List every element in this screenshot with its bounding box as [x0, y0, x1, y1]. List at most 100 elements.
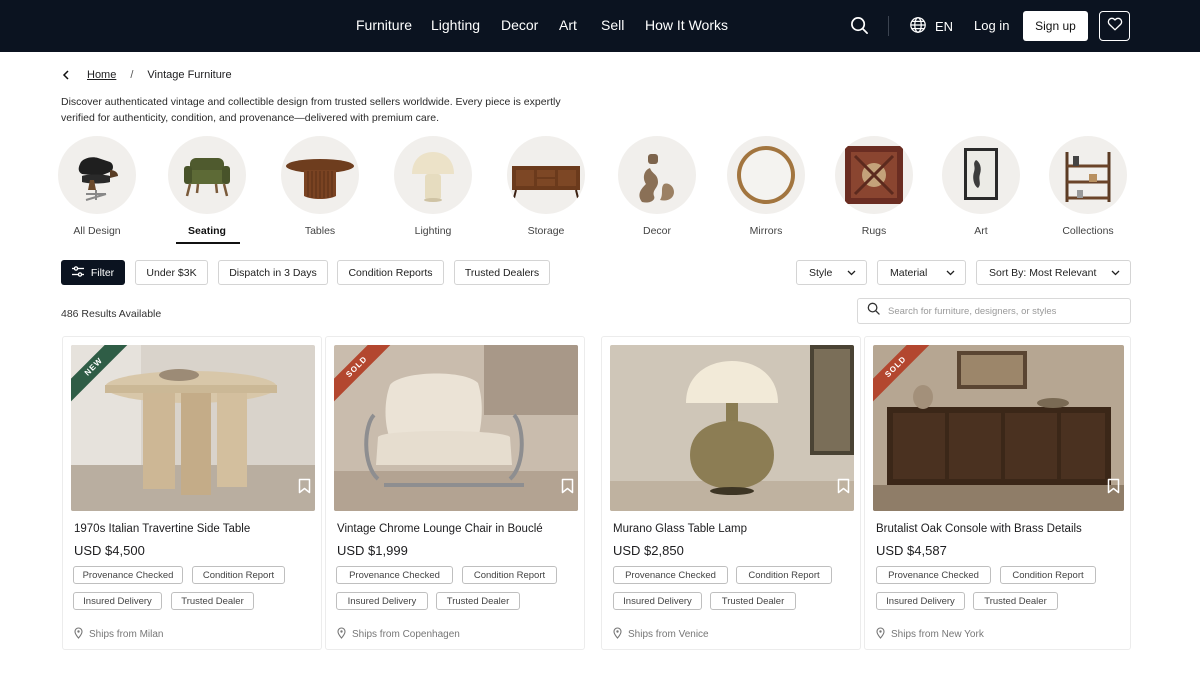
ships-from-label: Ships from Milan [89, 629, 164, 640]
signup-button[interactable]: Sign up [1023, 11, 1088, 41]
breadcrumb: Home / Vintage Furniture [61, 68, 232, 82]
search-icon [867, 302, 880, 320]
active-category-indicator [176, 242, 240, 244]
ribbon-label: SOLD [334, 345, 395, 405]
category-all-design[interactable]: All Design [42, 136, 152, 237]
category-label: Rugs [861, 225, 887, 237]
chip-dispatch-3-days[interactable]: Dispatch in 3 Days [218, 260, 328, 285]
nav-divider [888, 16, 889, 36]
breadcrumb-home-link[interactable]: Home [87, 69, 116, 81]
tag-provenance-checked: Provenance Checked [336, 566, 453, 584]
location-pin-icon [74, 627, 83, 642]
category-label: Mirrors [749, 225, 783, 237]
bookmark-icon[interactable] [1107, 478, 1120, 499]
product-price: USD $4,500 [74, 543, 145, 558]
category-image [58, 136, 136, 214]
product-price: USD $2,850 [613, 543, 684, 558]
category-image [507, 136, 585, 214]
category-art[interactable]: Art [926, 136, 1036, 237]
product-card[interactable]: SOLD Vintage Chrome Lounge Chair in Bouc… [325, 336, 585, 650]
category-seating[interactable]: Seating [152, 136, 262, 237]
back-arrow-icon[interactable] [61, 68, 75, 82]
category-label: Lighting [414, 225, 452, 237]
breadcrumb-current: Vintage Furniture [147, 69, 232, 81]
bookmark-icon[interactable] [298, 478, 311, 499]
tag-provenance-checked: Provenance Checked [876, 566, 991, 584]
category-image [168, 136, 246, 214]
category-label: All Design [73, 225, 121, 237]
search-box[interactable] [857, 298, 1131, 324]
language-selector[interactable]: EN [909, 16, 953, 37]
nav-link-sell[interactable]: Sell [601, 17, 624, 33]
chip-under-3k[interactable]: Under $3K [135, 260, 208, 285]
login-link[interactable]: Log in [974, 18, 1009, 33]
sort-dropdown[interactable]: Sort By: Most Relevant [976, 260, 1131, 285]
category-lighting[interactable]: Lighting [378, 136, 488, 237]
tag-trusted-dealer: Trusted Dealer [171, 592, 254, 610]
style-dropdown[interactable]: Style [796, 260, 867, 285]
chevron-down-icon [946, 267, 955, 279]
bookmark-icon[interactable] [561, 478, 574, 499]
product-card[interactable]: NEW 1970s Italian Travertine Side Table … [62, 336, 322, 650]
nav-link-lighting[interactable]: Lighting [431, 17, 480, 33]
nav-link-art[interactable]: Art [559, 17, 577, 33]
ships-from-label: Ships from New York [891, 629, 984, 640]
category-label: Tables [304, 225, 336, 237]
category-label: Art [974, 225, 988, 237]
results-count: 486 Results Available [61, 308, 162, 320]
category-storage[interactable]: Storage [491, 136, 601, 237]
product-price: USD $4,587 [876, 543, 947, 558]
category-image [727, 136, 805, 214]
tag-condition-report: Condition Report [462, 566, 557, 584]
filter-button[interactable]: Filter [61, 260, 125, 285]
category-image [835, 136, 913, 214]
search-icon[interactable] [850, 16, 869, 40]
chip-trusted-dealers[interactable]: Trusted Dealers [454, 260, 550, 285]
nav-link-how-it-works[interactable]: How It Works [645, 17, 728, 33]
material-dropdown[interactable]: Material [877, 260, 966, 285]
category-rugs[interactable]: Rugs [819, 136, 929, 237]
product-image: SOLD [334, 345, 578, 511]
ribbon-badge: NEW [71, 345, 135, 409]
ships-from: Ships from Copenhagen [337, 627, 460, 642]
location-pin-icon [337, 627, 346, 642]
category-image [618, 136, 696, 214]
category-mirrors[interactable]: Mirrors [711, 136, 821, 237]
category-image [394, 136, 472, 214]
product-card[interactable]: SOLD Brutalist Oak Console with Brass De… [864, 336, 1131, 650]
ribbon-badge: SOLD [873, 345, 937, 409]
ships-from: Ships from Milan [74, 627, 163, 642]
top-navigation-bar: Furniture Lighting Decor Art Sell How It… [0, 0, 1200, 52]
bookmark-icon[interactable] [837, 478, 850, 499]
chevron-down-icon [847, 267, 856, 279]
tag-provenance-checked: Provenance Checked [613, 566, 728, 584]
category-tables[interactable]: Tables [265, 136, 375, 237]
tag-trusted-dealer: Trusted Dealer [973, 592, 1058, 610]
category-decor[interactable]: Decor [602, 136, 712, 237]
product-title[interactable]: Brutalist Oak Console with Brass Details [876, 523, 1082, 535]
sort-dropdown-label: Sort By: Most Relevant [989, 266, 1097, 279]
heart-icon [1107, 16, 1123, 36]
category-collections[interactable]: Collections [1033, 136, 1143, 237]
nav-link-decor[interactable]: Decor [501, 17, 538, 33]
category-label: Seating [188, 225, 226, 237]
search-input[interactable] [888, 305, 1118, 317]
category-image [942, 136, 1020, 214]
nav-link-furniture[interactable]: Furniture [356, 17, 412, 33]
product-image: SOLD [873, 345, 1124, 511]
tag-provenance-checked: Provenance Checked [73, 566, 183, 584]
location-pin-icon [876, 627, 885, 642]
product-card[interactable]: Murano Glass Table Lamp USD $2,850 Prove… [601, 336, 861, 650]
tag-insured-delivery: Insured Delivery [876, 592, 965, 610]
chip-condition-reports[interactable]: Condition Reports [337, 260, 444, 285]
category-label: Collections [1062, 225, 1114, 237]
sliders-icon [71, 265, 84, 280]
product-title[interactable]: Vintage Chrome Lounge Chair in Bouclé [337, 523, 543, 535]
product-title[interactable]: Murano Glass Table Lamp [613, 523, 747, 535]
wishlist-button[interactable] [1099, 11, 1130, 41]
category-image [1049, 136, 1127, 214]
product-title[interactable]: 1970s Italian Travertine Side Table [74, 523, 250, 535]
product-image: NEW [71, 345, 315, 511]
breadcrumb-separator: / [130, 69, 134, 81]
tag-condition-report: Condition Report [736, 566, 832, 584]
